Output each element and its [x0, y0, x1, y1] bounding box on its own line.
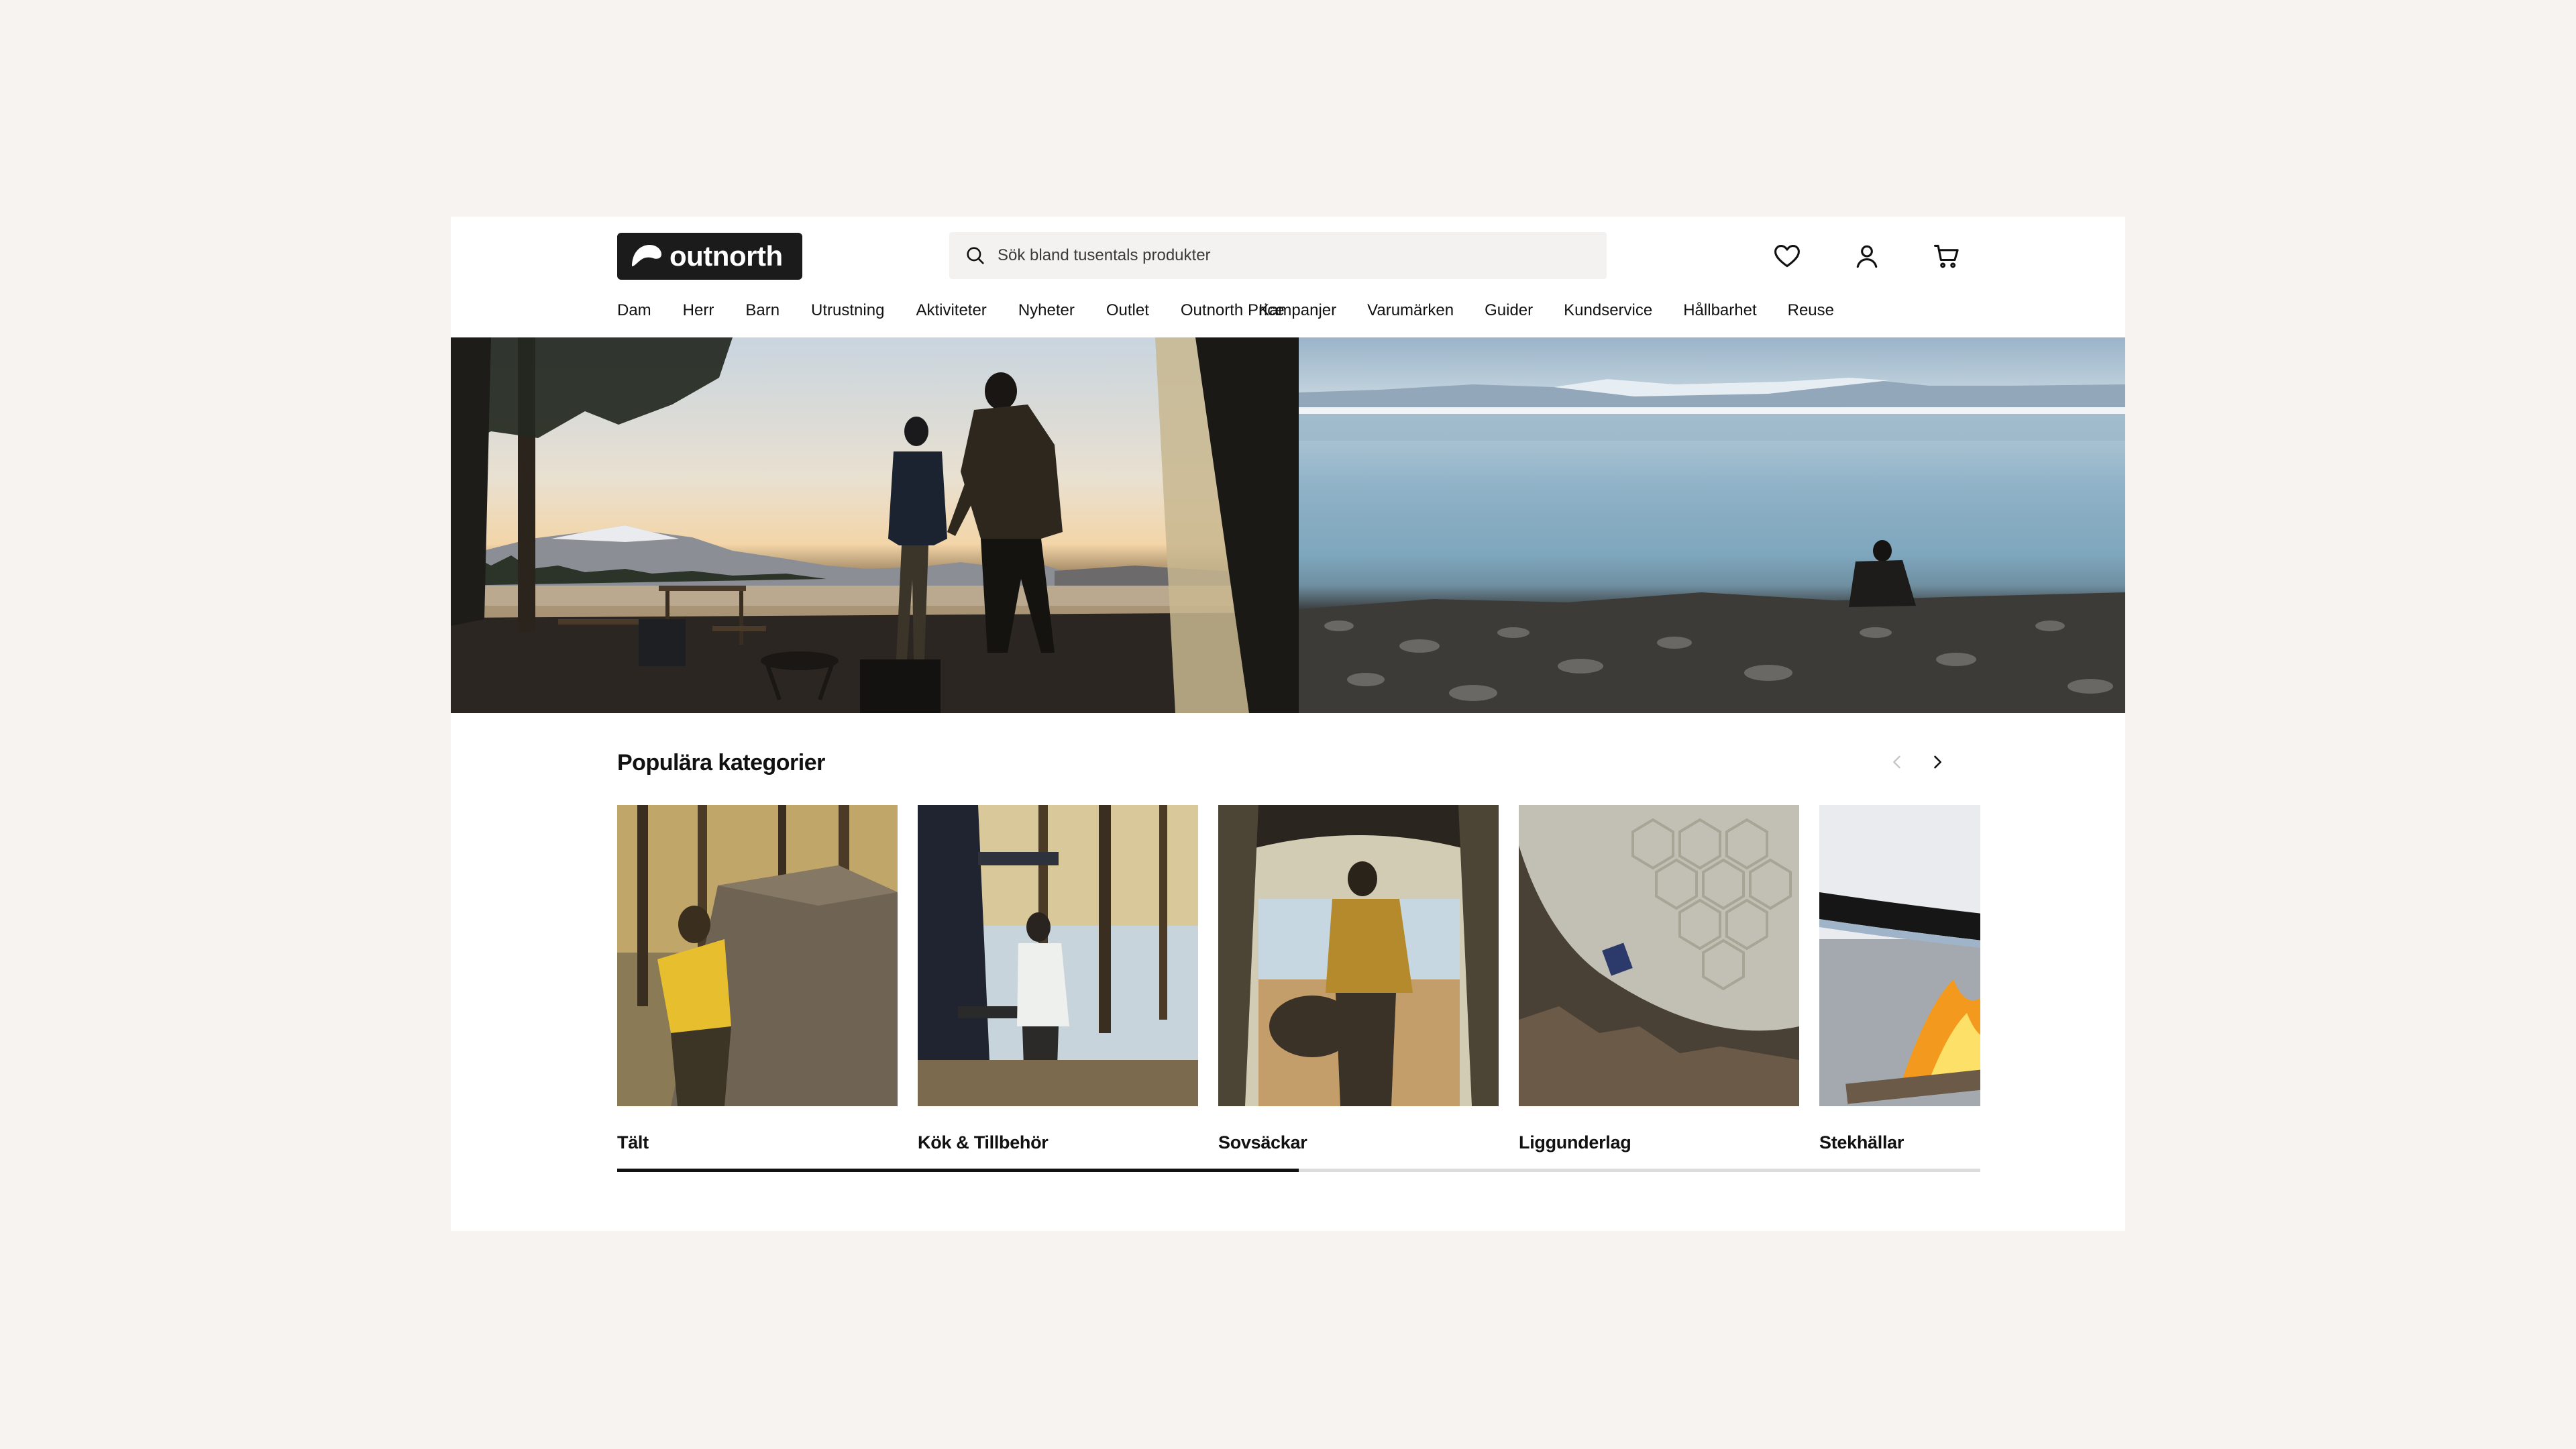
nav-item-dam[interactable]: Dam: [617, 301, 651, 320]
category-card-kok-tillbehor[interactable]: Kök & Tillbehör: [918, 805, 1198, 1152]
nav-item-nyheter[interactable]: Nyheter: [1018, 301, 1075, 320]
heart-icon: [1774, 245, 1800, 268]
category-label: Tält: [617, 1132, 649, 1152]
account-button[interactable]: [1849, 239, 1884, 274]
category-image: [1218, 805, 1499, 1106]
nav-item-reuse[interactable]: Reuse: [1788, 301, 1834, 320]
site-header: outnorth Sök bland tusentals produkter D…: [451, 217, 2125, 337]
category-label: Stekhällar: [1819, 1132, 1904, 1152]
category-image: [918, 805, 1198, 1106]
category-image: [1519, 805, 1799, 1106]
search-input[interactable]: [996, 246, 1587, 266]
category-card-liggunderlag[interactable]: Liggunderlag: [1519, 805, 1799, 1152]
search-bar[interactable]: [949, 232, 1607, 279]
carousel-progress-fill: [617, 1169, 1299, 1172]
category-label: Sovsäckar: [1218, 1132, 1307, 1152]
page-frame: outnorth Sök bland tusentals produkter D…: [451, 217, 2125, 1231]
nav-primary: Dam Herr Barn Utrustning Aktiviteter Nyh…: [617, 301, 1285, 320]
category-label: Kök & Tillbehör: [918, 1132, 1049, 1152]
brand-logo[interactable]: outnorth: [617, 233, 802, 280]
brand-name: outnorth: [669, 240, 783, 272]
nav-item-herr[interactable]: Herr: [683, 301, 714, 320]
chevron-right-icon: [1934, 755, 1941, 769]
nav-secondary: Kampanjer Varumärken Guider Kundservice …: [1258, 301, 1834, 320]
hero-image-lakeshore: [1299, 337, 2125, 713]
category-label: Liggunderlag: [1519, 1132, 1631, 1152]
category-image: [617, 805, 898, 1106]
carousel-controls: [1884, 749, 1951, 775]
nav-item-outlet[interactable]: Outlet: [1106, 301, 1149, 320]
nav-item-kampanjer[interactable]: Kampanjer: [1258, 301, 1336, 320]
main-nav: Dam Herr Barn Utrustning Aktiviteter Nyh…: [617, 297, 1986, 324]
category-card-stekhallar[interactable]: Stekhällar: [1819, 805, 1980, 1152]
category-carousel: Tält Kök & Tillbehör Sovsäckar Liggunder…: [617, 805, 1980, 1167]
category-image: [1819, 805, 1980, 1106]
hero-image-campsite: [451, 337, 1299, 713]
header-actions: [1770, 239, 1964, 274]
chevron-left-icon: [1893, 755, 1900, 769]
nav-item-barn[interactable]: Barn: [745, 301, 780, 320]
nav-item-guider[interactable]: Guider: [1485, 301, 1533, 320]
category-card-sovsackar[interactable]: Sovsäckar: [1218, 805, 1499, 1152]
search-icon: [967, 247, 984, 264]
carousel-progress-track[interactable]: [617, 1169, 1980, 1172]
nav-item-utrustning[interactable]: Utrustning: [811, 301, 884, 320]
section-title: Populära kategorier: [617, 750, 825, 775]
cart-icon: [1934, 244, 1959, 268]
wishlist-button[interactable]: [1770, 239, 1805, 274]
nav-item-kundservice[interactable]: Kundservice: [1564, 301, 1652, 320]
logo-mark-icon: [629, 242, 663, 270]
category-card-talt[interactable]: Tält: [617, 805, 898, 1152]
cart-button[interactable]: [1929, 239, 1964, 274]
nav-item-hallbarhet[interactable]: Hållbarhet: [1683, 301, 1756, 320]
carousel-prev-button[interactable]: [1884, 749, 1911, 775]
hero-banner[interactable]: [451, 337, 2125, 713]
carousel-next-button[interactable]: [1924, 749, 1951, 775]
nav-item-varumarken[interactable]: Varumärken: [1367, 301, 1454, 320]
user-icon: [1856, 245, 1878, 268]
nav-item-aktiviteter[interactable]: Aktiviteter: [916, 301, 986, 320]
